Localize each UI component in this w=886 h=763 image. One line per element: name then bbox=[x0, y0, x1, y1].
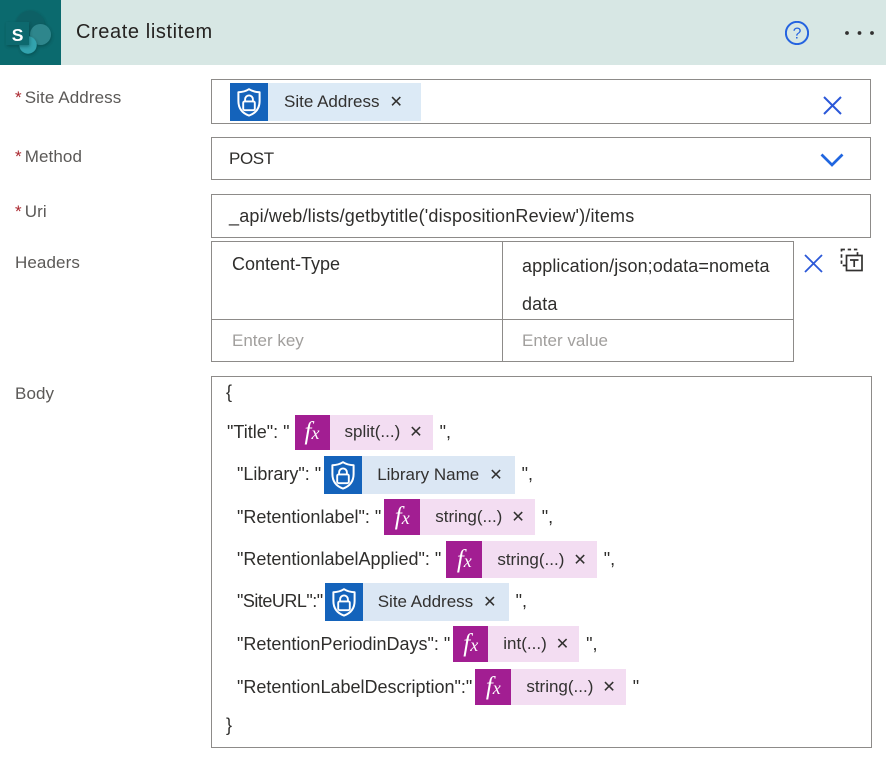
svg-text:S: S bbox=[12, 25, 24, 45]
svg-text:?: ? bbox=[793, 26, 802, 43]
